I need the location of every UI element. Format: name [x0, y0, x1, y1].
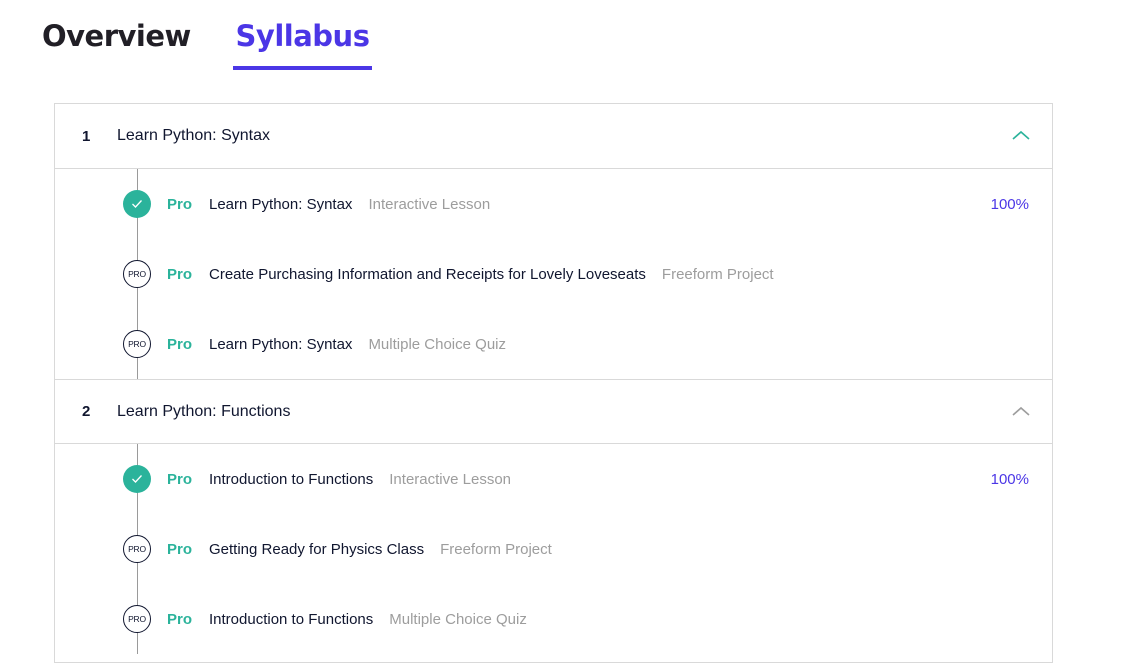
item-title: Create Purchasing Information and Receip…	[209, 266, 774, 283]
module-number: 1	[82, 127, 91, 145]
item-name: Getting Ready for Physics Class	[209, 540, 425, 558]
item-title: Learn Python: Syntax Multiple Choice Quiz	[209, 336, 506, 353]
list-item[interactable]: PRO Pro Learn Python: Syntax Multiple Cho…	[55, 309, 1052, 379]
tab-bar: Overview Syllabus	[0, 0, 1137, 72]
item-type: Interactive Lesson	[389, 470, 512, 488]
pro-icon: PRO	[123, 330, 151, 358]
pro-badge: Pro	[167, 195, 193, 213]
item-title: Introduction to Functions Multiple Choice…	[209, 611, 527, 628]
check-icon	[123, 190, 151, 218]
item-name: Learn Python: Syntax	[209, 335, 353, 353]
progress-value: 100%	[990, 470, 1029, 488]
item-type: Interactive Lesson	[368, 195, 491, 213]
list-item[interactable]: Pro Introduction to Functions Interactive…	[55, 444, 1052, 514]
item-title: Getting Ready for Physics Class Freeform …	[209, 541, 552, 558]
tab-syllabus[interactable]: Syllabus	[233, 16, 372, 70]
item-name: Create Purchasing Information and Receip…	[209, 265, 646, 283]
pro-badge: Pro	[167, 540, 193, 558]
pro-badge: Pro	[167, 265, 193, 283]
pro-icon: PRO	[123, 535, 151, 563]
module-title: Learn Python: Syntax	[117, 127, 270, 144]
item-name: Introduction to Functions	[209, 610, 374, 628]
item-type: Multiple Choice Quiz	[389, 610, 527, 628]
module-title: Learn Python: Functions	[117, 402, 291, 420]
list-item[interactable]: PRO Pro Getting Ready for Physics Class F…	[55, 514, 1052, 584]
list-item[interactable]: Pro Learn Python: Syntax Interactive Less…	[55, 169, 1052, 239]
chevron-up-icon[interactable]	[1012, 406, 1030, 416]
item-name: Learn Python: Syntax	[209, 195, 353, 213]
item-name: Introduction to Functions	[209, 470, 374, 488]
module-header[interactable]: 2 Learn Python: Functions	[55, 379, 1052, 444]
item-type: Freeform Project	[440, 540, 552, 558]
list-item[interactable]: PRO Pro Create Purchasing Information an…	[55, 239, 1052, 309]
module-items: Pro Introduction to Functions Interactive…	[55, 444, 1052, 654]
tab-overview[interactable]: Overview	[42, 16, 191, 70]
pro-icon: PRO	[123, 260, 151, 288]
check-icon	[123, 465, 151, 493]
pro-badge: Pro	[167, 470, 193, 488]
module-header[interactable]: 1 Learn Python: Syntax	[55, 104, 1052, 169]
pro-icon: PRO	[123, 605, 151, 633]
progress-value: 100%	[990, 195, 1029, 213]
pro-badge: Pro	[167, 610, 193, 628]
chevron-up-icon[interactable]	[1012, 130, 1030, 140]
item-type: Freeform Project	[661, 265, 774, 283]
syllabus-list: 1 Learn Python: Syntax Pro Learn Python:…	[54, 103, 1053, 663]
module-number: 2	[82, 403, 91, 420]
item-title: Introduction to Functions Interactive Les…	[209, 471, 511, 488]
module-items: Pro Learn Python: Syntax Interactive Less…	[55, 169, 1052, 379]
list-item[interactable]: PRO Pro Introduction to Functions Multipl…	[55, 584, 1052, 654]
item-type: Multiple Choice Quiz	[368, 335, 506, 353]
pro-badge: Pro	[167, 335, 193, 353]
item-title: Learn Python: Syntax Interactive Lesson	[209, 196, 490, 213]
